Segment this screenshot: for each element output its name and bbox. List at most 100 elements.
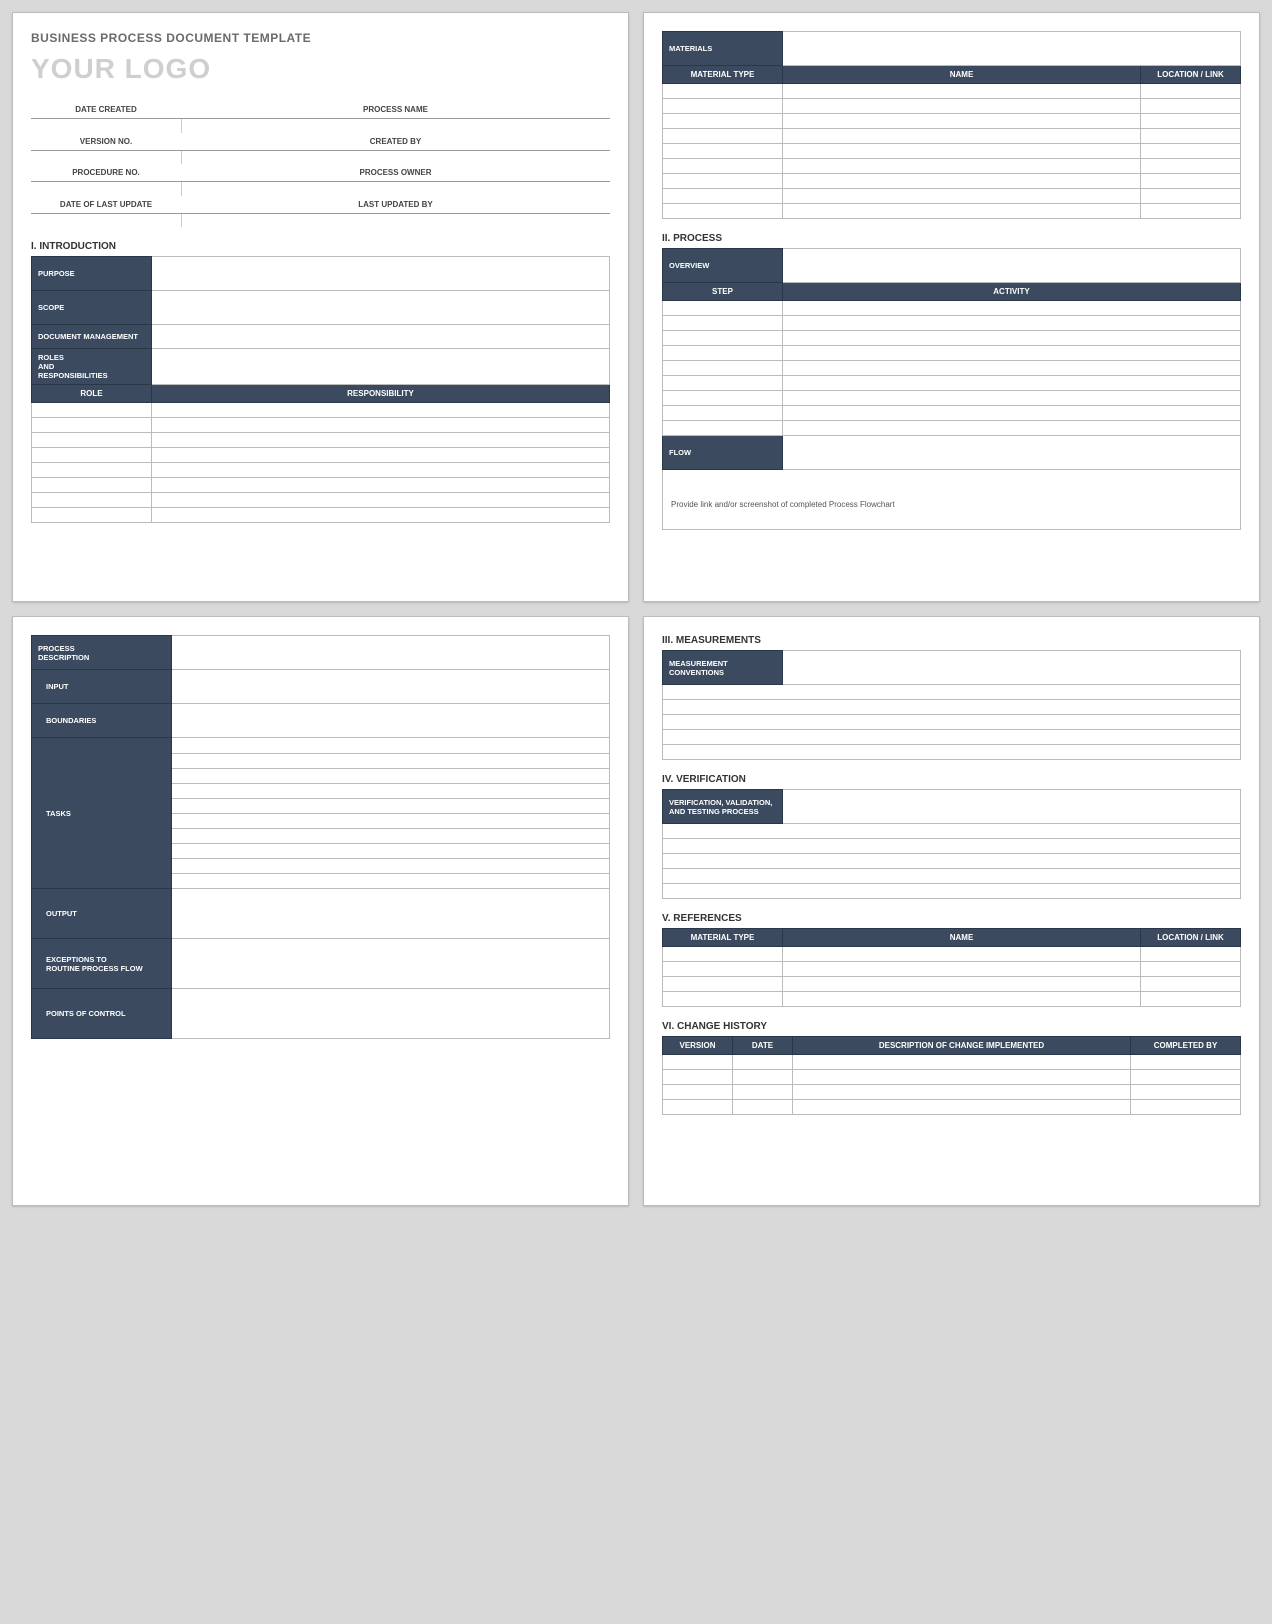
cell[interactable] (663, 1100, 733, 1115)
cell[interactable] (783, 436, 1241, 470)
cell[interactable] (793, 1100, 1131, 1115)
cell[interactable] (663, 962, 783, 977)
cell[interactable] (783, 361, 1241, 376)
cell[interactable] (1131, 1085, 1241, 1100)
cell[interactable] (1141, 947, 1241, 962)
cell[interactable] (32, 433, 152, 448)
cell[interactable] (663, 84, 783, 99)
cell[interactable] (1131, 1070, 1241, 1085)
cell[interactable] (172, 889, 610, 939)
cell[interactable] (172, 704, 610, 738)
cell[interactable] (32, 448, 152, 463)
cell[interactable] (783, 204, 1141, 219)
cell[interactable] (663, 869, 1241, 884)
cell[interactable] (663, 992, 783, 1007)
cell[interactable] (783, 144, 1141, 159)
cell[interactable] (663, 700, 1241, 715)
cell[interactable] (733, 1070, 793, 1085)
cell[interactable] (783, 316, 1241, 331)
cell[interactable] (783, 331, 1241, 346)
cell[interactable] (172, 754, 610, 769)
cell[interactable] (663, 715, 1241, 730)
cell[interactable] (783, 992, 1141, 1007)
cell[interactable] (663, 839, 1241, 854)
cell[interactable] (152, 418, 610, 433)
cell[interactable] (663, 114, 783, 129)
cell[interactable] (663, 391, 783, 406)
cell[interactable] (663, 884, 1241, 899)
cell[interactable] (1141, 159, 1241, 174)
cell[interactable] (1141, 977, 1241, 992)
cell[interactable] (172, 989, 610, 1039)
cell[interactable] (793, 1055, 1131, 1070)
cell[interactable] (663, 331, 783, 346)
cell[interactable] (152, 448, 610, 463)
cell[interactable] (663, 99, 783, 114)
cell[interactable] (783, 977, 1141, 992)
cell[interactable] (152, 291, 610, 325)
cell[interactable] (783, 421, 1241, 436)
cell[interactable] (663, 406, 783, 421)
cell[interactable] (783, 962, 1141, 977)
cell[interactable] (1141, 114, 1241, 129)
cell[interactable] (1141, 99, 1241, 114)
cell[interactable] (1141, 204, 1241, 219)
cell[interactable] (663, 189, 783, 204)
cell[interactable] (172, 874, 610, 889)
cell[interactable] (783, 174, 1141, 189)
cell[interactable] (663, 346, 783, 361)
cell[interactable] (152, 349, 610, 385)
cell[interactable] (663, 301, 783, 316)
meta-value[interactable] (181, 213, 610, 227)
cell[interactable] (663, 144, 783, 159)
cell[interactable] (152, 325, 610, 349)
cell[interactable] (32, 418, 152, 433)
cell[interactable] (1141, 189, 1241, 204)
cell[interactable] (1131, 1100, 1241, 1115)
cell[interactable] (663, 977, 783, 992)
cell[interactable] (783, 129, 1141, 144)
cell[interactable] (783, 249, 1241, 283)
cell[interactable] (783, 391, 1241, 406)
cell[interactable] (663, 947, 783, 962)
cell[interactable] (1141, 174, 1241, 189)
cell[interactable] (733, 1055, 793, 1070)
cell[interactable] (172, 769, 610, 784)
cell[interactable] (663, 204, 783, 219)
cell[interactable] (1141, 84, 1241, 99)
cell[interactable] (783, 32, 1241, 66)
cell[interactable] (783, 301, 1241, 316)
cell[interactable] (152, 493, 610, 508)
cell[interactable] (783, 99, 1141, 114)
cell[interactable] (663, 1055, 733, 1070)
cell[interactable] (783, 159, 1141, 174)
cell[interactable] (783, 376, 1241, 391)
meta-value[interactable] (31, 182, 181, 196)
cell[interactable] (172, 784, 610, 799)
cell[interactable] (152, 508, 610, 523)
cell[interactable] (783, 651, 1241, 685)
cell[interactable] (32, 463, 152, 478)
cell[interactable] (32, 403, 152, 418)
cell[interactable] (1131, 1055, 1241, 1070)
cell[interactable] (783, 947, 1141, 962)
cell[interactable] (152, 433, 610, 448)
cell[interactable] (152, 478, 610, 493)
cell[interactable] (172, 799, 610, 814)
cell[interactable] (783, 790, 1241, 824)
cell[interactable] (172, 670, 610, 704)
cell[interactable] (663, 421, 783, 436)
cell[interactable] (783, 84, 1141, 99)
cell[interactable] (172, 859, 610, 874)
cell[interactable] (663, 824, 1241, 839)
meta-value[interactable] (31, 119, 181, 133)
cell[interactable] (663, 361, 783, 376)
cell[interactable] (172, 829, 610, 844)
cell[interactable] (1141, 962, 1241, 977)
cell[interactable] (663, 376, 783, 391)
cell[interactable] (783, 406, 1241, 421)
cell[interactable] (32, 508, 152, 523)
meta-value[interactable] (31, 213, 181, 227)
cell[interactable] (152, 403, 610, 418)
cell[interactable] (32, 493, 152, 508)
